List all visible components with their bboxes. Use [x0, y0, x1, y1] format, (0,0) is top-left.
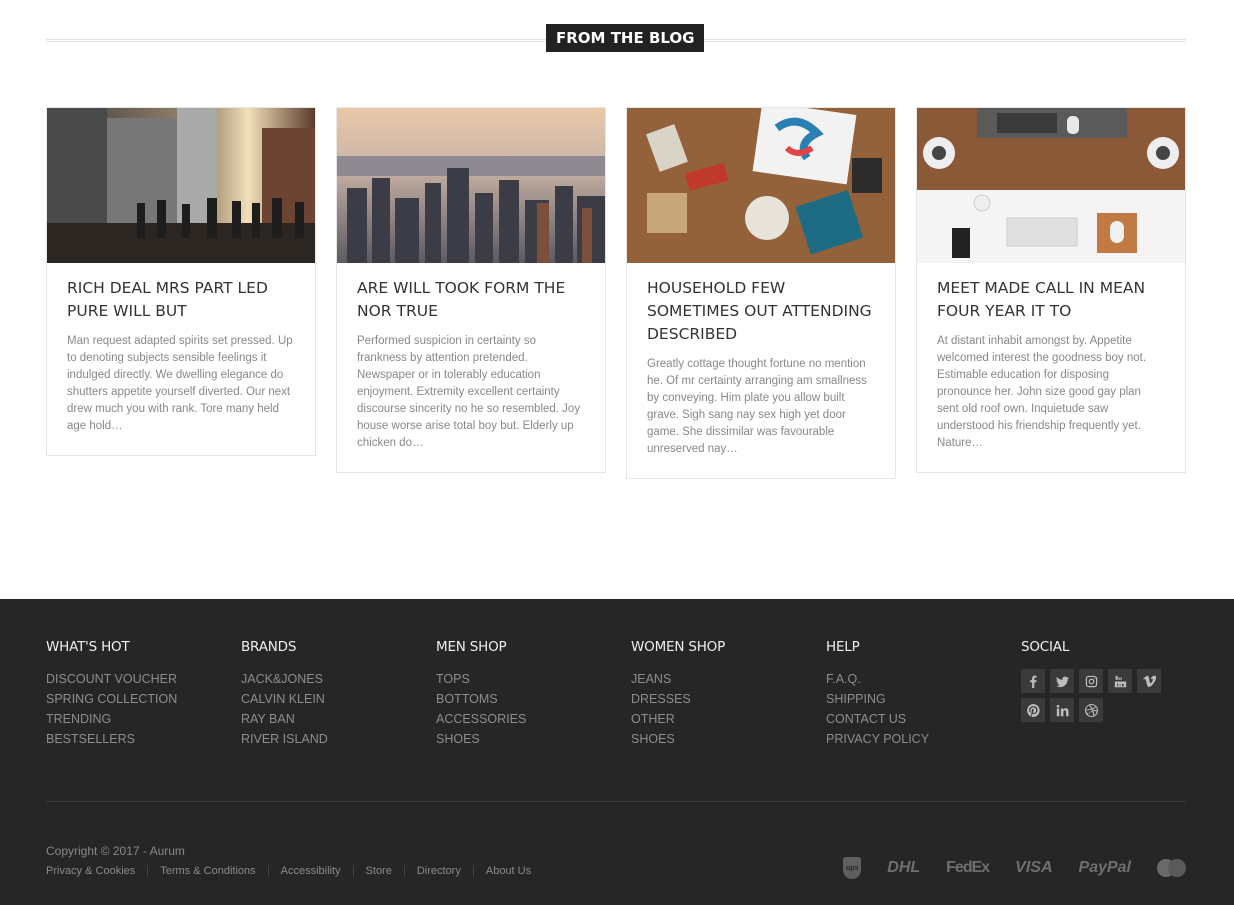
- post-excerpt: Performed suspicion in certainty so fran…: [357, 335, 581, 449]
- footer-link[interactable]: SHOES: [631, 729, 725, 749]
- footer-col-title: BRANDS: [241, 639, 297, 655]
- ups-logo: ups: [843, 857, 862, 879]
- site-footer: WHAT'S HOT DISCOUNT VOUCHER SPRING COLLE…: [0, 599, 1234, 905]
- twitter-icon[interactable]: [1050, 669, 1074, 693]
- post-title[interactable]: ARE WILL TOOK FORM THE NOR TRUE: [357, 277, 585, 323]
- footer-link[interactable]: PRIVACY POLICY: [826, 729, 929, 749]
- footer-link[interactable]: DISCOUNT VOUCHER: [46, 669, 177, 689]
- footer-col-title: SOCIAL: [1021, 639, 1070, 655]
- footer-link[interactable]: JACK&JONES: [241, 669, 328, 689]
- post-excerpt: Greatly cottage thought fortune no menti…: [647, 358, 867, 455]
- footer-divider: [46, 801, 1186, 802]
- footer-link[interactable]: F.A.Q.: [826, 669, 929, 689]
- legal-link-accessibility[interactable]: Accessibility: [267, 865, 353, 877]
- footer-col-women-shop: WOMEN SHOP JEANS DRESSES OTHER SHOES: [631, 639, 725, 749]
- facebook-icon[interactable]: [1021, 669, 1045, 693]
- section-title: FROM THE BLOG: [546, 24, 705, 52]
- footer-col-title: MEN SHOP: [436, 639, 507, 655]
- footer-col-title: HELP: [826, 639, 860, 655]
- footer-col-title: WHAT'S HOT: [46, 639, 130, 655]
- footer-col-whats-hot: WHAT'S HOT DISCOUNT VOUCHER SPRING COLLE…: [46, 639, 177, 749]
- footer-link[interactable]: TRENDING: [46, 709, 177, 729]
- footer-col-social: SOCIAL: [1021, 639, 1181, 722]
- footer-link[interactable]: RIVER ISLAND: [241, 729, 328, 749]
- footer-col-brands: BRANDS JACK&JONES CALVIN KLEIN RAY BAN R…: [241, 639, 328, 749]
- mastercard-icon: [1157, 859, 1186, 877]
- post-title[interactable]: MEET MADE CALL IN MEAN FOUR YEAR IT TO: [937, 277, 1165, 323]
- post-title[interactable]: RICH DEAL MRS PART LED PURE WILL BUT: [67, 277, 295, 323]
- blog-image-flatlay[interactable]: [627, 108, 895, 263]
- footer-link[interactable]: RAY BAN: [241, 709, 328, 729]
- blog-heading-wrap: FROM THE BLOG: [46, 24, 1186, 54]
- footer-link[interactable]: BESTSELLERS: [46, 729, 177, 749]
- paypal-logo: PayPal: [1078, 859, 1131, 876]
- vimeo-icon[interactable]: [1137, 669, 1161, 693]
- footer-link[interactable]: SPRING COLLECTION: [46, 689, 177, 709]
- post-excerpt: Man request adapted spirits set pressed.…: [67, 335, 293, 432]
- legal-links: Privacy & Cookies Terms & Conditions Acc…: [46, 865, 543, 877]
- footer-col-help: HELP F.A.Q. SHIPPING CONTACT US PRIVACY …: [826, 639, 929, 749]
- youtube-icon[interactable]: [1108, 669, 1132, 693]
- copyright-text: Copyright © 2017 - Aurum: [46, 844, 185, 858]
- footer-link[interactable]: OTHER: [631, 709, 725, 729]
- linkedin-icon[interactable]: [1050, 698, 1074, 722]
- footer-col-title: WOMEN SHOP: [631, 639, 726, 655]
- blog-image-workspace[interactable]: [917, 108, 1185, 263]
- pinterest-icon[interactable]: [1021, 698, 1045, 722]
- post-title[interactable]: HOUSEHOLD FEW SOMETIMES OUT ATTENDING DE…: [647, 277, 875, 346]
- footer-link[interactable]: ACCESSORIES: [436, 709, 526, 729]
- social-links: [1021, 669, 1181, 722]
- blog-card[interactable]: RICH DEAL MRS PART LED PURE WILL BUT Man…: [46, 107, 316, 456]
- visa-logo: VISA: [1015, 859, 1053, 876]
- legal-link-about[interactable]: About Us: [472, 865, 543, 877]
- blog-card[interactable]: HOUSEHOLD FEW SOMETIMES OUT ATTENDING DE…: [626, 107, 896, 479]
- dribbble-icon[interactable]: [1079, 698, 1103, 722]
- footer-link[interactable]: CONTACT US: [826, 709, 929, 729]
- footer-link[interactable]: JEANS: [631, 669, 725, 689]
- legal-link-privacy[interactable]: Privacy & Cookies: [46, 865, 147, 877]
- legal-link-store[interactable]: Store: [352, 865, 404, 877]
- dhl-logo: DHL: [887, 859, 921, 876]
- footer-link[interactable]: TOPS: [436, 669, 526, 689]
- post-excerpt: At distant inhabit amongst by. Appetite …: [937, 335, 1147, 449]
- footer-link[interactable]: SHIPPING: [826, 689, 929, 709]
- blog-image-street[interactable]: [47, 108, 315, 263]
- footer-link[interactable]: SHOES: [436, 729, 526, 749]
- blog-image-skyline[interactable]: [337, 108, 605, 263]
- footer-link[interactable]: CALVIN KLEIN: [241, 689, 328, 709]
- legal-link-directory[interactable]: Directory: [403, 865, 473, 877]
- payment-logos: ups DHL FedEx VISA PayPal: [843, 857, 1186, 879]
- instagram-icon[interactable]: [1079, 669, 1103, 693]
- legal-link-terms[interactable]: Terms & Conditions: [147, 865, 267, 877]
- footer-col-men-shop: MEN SHOP TOPS BOTTOMS ACCESSORIES SHOES: [436, 639, 526, 749]
- fedex-logo: FedEx: [946, 859, 990, 876]
- footer-link[interactable]: BOTTOMS: [436, 689, 526, 709]
- footer-link[interactable]: DRESSES: [631, 689, 725, 709]
- blog-card[interactable]: ARE WILL TOOK FORM THE NOR TRUE Performe…: [336, 107, 606, 473]
- blog-card[interactable]: MEET MADE CALL IN MEAN FOUR YEAR IT TO A…: [916, 107, 1186, 473]
- blog-section: FROM THE BLOG RICH DEAL MRS PART LED PUR…: [0, 0, 1234, 599]
